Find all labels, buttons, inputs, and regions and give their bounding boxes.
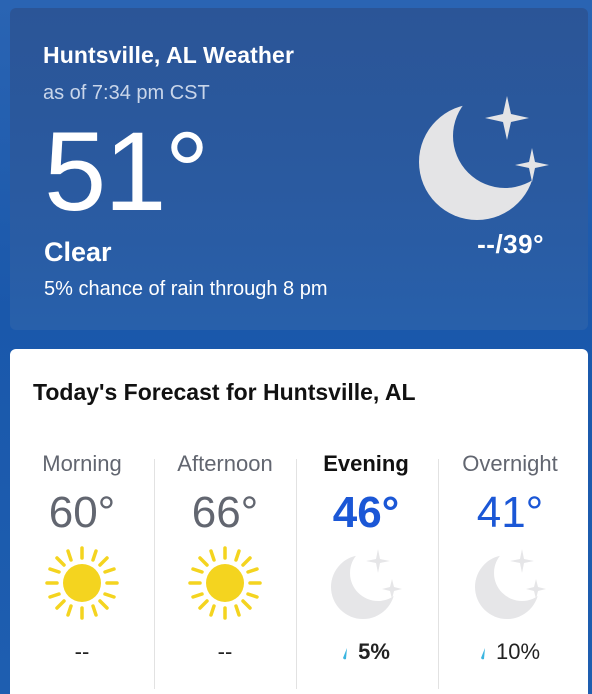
period-label: Overnight [462,451,558,476]
period-temp: 46° [332,488,400,537]
precip-summary: 5% chance of rain through 8 pm [44,278,328,300]
period-label: Afternoon [177,451,273,476]
moon-stars-icon [331,549,402,619]
timestamp: as of 7:34 pm CST [43,82,210,104]
forecast-title: Today's Forecast for Huntsville, AL [33,379,416,405]
raindrop-icon [343,648,348,660]
divider [438,459,439,689]
raindrop-icon [480,648,485,660]
period-temp: 41° [476,488,544,537]
precip-value: 10% [495,639,541,664]
period-overnight[interactable]: Overnight 41° 10% [440,449,580,689]
period-temp: 66° [191,488,259,537]
period-precip: 5% [296,639,436,665]
period-morning[interactable]: Morning 60° -- [12,449,152,689]
moon-stars-icon [475,549,546,619]
high-low: --/39° [477,229,544,259]
period-precip: -- [217,639,233,664]
current-temperature: 51° [44,109,209,234]
current-conditions-panel: Huntsville, AL Weather as of 7:34 pm CST… [10,8,588,330]
todays-forecast-card: Today's Forecast for Huntsville, AL Morn… [10,349,588,694]
period-afternoon[interactable]: Afternoon 66° -- [155,449,295,689]
period-label: Morning [42,451,122,476]
precip-value: 5% [358,639,390,664]
period-precip: -- [74,639,90,664]
sun-icon [188,546,262,620]
period-evening[interactable]: Evening 46° 5% [296,449,436,689]
period-temp: 60° [48,488,116,537]
condition-phrase: Clear [44,237,112,267]
location-title[interactable]: Huntsville, AL Weather [43,42,294,69]
sun-icon [45,546,119,620]
period-label: Evening [323,451,409,476]
period-precip: 10% [440,639,580,665]
moon-stars-icon [419,96,549,220]
